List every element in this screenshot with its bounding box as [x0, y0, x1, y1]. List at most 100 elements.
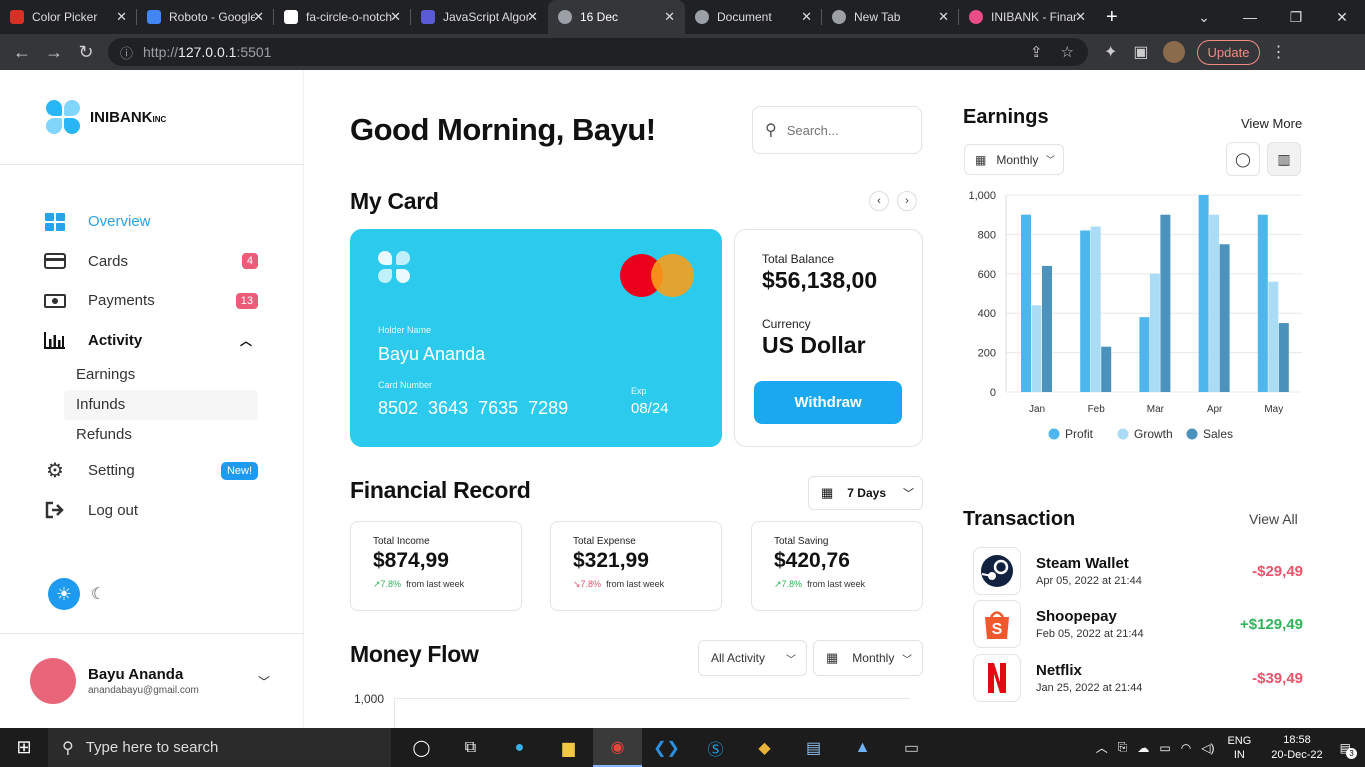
earnings-period-dropdown[interactable]: ▦ Monthly ﹀	[964, 144, 1064, 175]
update-button[interactable]: Update	[1196, 39, 1261, 65]
withdraw-button[interactable]: Withdraw	[754, 381, 902, 424]
donut-chart-button[interactable]: ◯	[1226, 142, 1260, 176]
sidebar-item-activity[interactable]: Activity ︿	[44, 321, 258, 361]
bar-growth[interactable]	[1149, 273, 1160, 392]
bar-sales[interactable]	[1278, 323, 1289, 392]
transaction-row[interactable]: Netflix Jan 25, 2022 at 21:44 -$39,49	[973, 654, 1303, 702]
notification-icon[interactable]: ▤ 3	[1340, 741, 1357, 759]
meet-icon[interactable]: ⎘	[1118, 740, 1128, 755]
volume-icon[interactable]: ◁)	[1201, 741, 1214, 755]
sidebar-subitem-refunds[interactable]: Refunds	[44, 420, 258, 450]
chevron-down-icon[interactable]: ﹀	[258, 673, 270, 690]
sidebar-item-payments[interactable]: Payments 13	[44, 281, 258, 321]
photos-icon[interactable]: ▲	[838, 728, 887, 767]
chevron-up-icon[interactable]: ︿	[240, 332, 252, 349]
browser-tab[interactable]: Document ✕	[685, 0, 822, 34]
url-input[interactable]: ⓘ http://127.0.0.1:5501 ⇪ ☆	[108, 38, 1088, 66]
cortana-icon[interactable]: ◯	[397, 728, 446, 767]
browser-tab-active[interactable]: 16 Dec ✕	[548, 0, 685, 34]
windows-start-icon[interactable]: ⊞	[0, 728, 48, 767]
tab-search-icon[interactable]: ⌄	[1181, 9, 1227, 26]
bar-sales[interactable]	[1160, 214, 1171, 392]
browser-tab[interactable]: Color Picker ✕	[0, 0, 137, 34]
search-input[interactable]	[786, 122, 897, 138]
bar-profit[interactable]	[1257, 214, 1268, 392]
sidebar-item-logout[interactable]: Log out	[44, 491, 258, 531]
transaction-row[interactable]: S Shoopepay Feb 05, 2022 at 21:44 +$129,4…	[973, 600, 1303, 648]
share-icon[interactable]: ⇪	[1030, 43, 1043, 61]
bar-sales[interactable]	[1101, 346, 1112, 392]
bar-growth[interactable]	[1268, 281, 1279, 392]
close-icon[interactable]: ✕	[390, 9, 401, 25]
taskbar-search[interactable]: ⚲ Type here to search	[48, 728, 391, 767]
sidebar-item-setting[interactable]: ⚙ Setting New!	[44, 451, 258, 491]
bar-chart-button[interactable]: ▥	[1267, 142, 1301, 176]
sidebar-subitem-earnings[interactable]: Earnings	[44, 360, 258, 390]
close-icon[interactable]: ✕	[116, 9, 127, 25]
paint-icon[interactable]: ▤	[789, 728, 838, 767]
minimize-icon[interactable]: —	[1227, 9, 1273, 25]
side-panel-icon[interactable]: ▣	[1133, 42, 1148, 62]
bar-profit[interactable]	[1198, 195, 1209, 392]
moon-icon[interactable]: ☾	[82, 578, 114, 610]
bank-card[interactable]: Holder Name Bayu Ananda Card Number 8502…	[350, 229, 722, 447]
reload-icon[interactable]: ↻	[70, 42, 102, 63]
skype-icon[interactable]: Ⓢ	[691, 728, 740, 767]
new-tab-icon[interactable]: +	[1106, 6, 1118, 29]
browser-tab[interactable]: New Tab ✕	[822, 0, 959, 34]
profile-avatar-icon[interactable]	[1162, 41, 1185, 63]
bar-growth[interactable]	[1090, 226, 1101, 392]
transaction-row[interactable]: Steam Wallet Apr 05, 2022 at 21:44 -$29,4…	[973, 547, 1303, 595]
wifi-icon[interactable]: ◠	[1181, 741, 1191, 755]
browser-tab[interactable]: Roboto - Google Fonts✕	[137, 0, 274, 34]
info-icon[interactable]: ⓘ	[120, 43, 133, 62]
terminal-icon[interactable]: ▭	[887, 728, 936, 767]
flow-period-dropdown[interactable]: ▦ Monthly ﹀	[813, 640, 923, 676]
clock[interactable]: 18:58 20-Dec-22	[1271, 733, 1322, 763]
git-icon[interactable]: ◆	[740, 728, 789, 767]
search-box[interactable]: ⚲	[752, 106, 922, 154]
bar-sales[interactable]	[1042, 265, 1052, 392]
browser-tab[interactable]: INIBANK - Finance✕	[959, 0, 1096, 34]
bookmark-star-icon[interactable]: ☆	[1061, 43, 1074, 61]
view-all-link[interactable]: View All	[1249, 511, 1298, 527]
chevron-right-icon[interactable]: ›	[897, 191, 917, 211]
chrome-icon[interactable]: ◉	[593, 728, 642, 767]
close-icon[interactable]: ✕	[1075, 9, 1086, 25]
close-icon[interactable]: ✕	[938, 9, 949, 25]
bar-sales[interactable]	[1219, 244, 1230, 392]
browser-tab[interactable]: JavaScript Algorithms✕	[411, 0, 548, 34]
bar-growth[interactable]	[1031, 305, 1042, 392]
chevron-up-icon[interactable]: ︿	[1096, 739, 1108, 756]
sidebar-item-overview[interactable]: Overview	[44, 202, 258, 242]
close-icon[interactable]: ✕	[664, 9, 675, 25]
back-icon[interactable]: ←	[6, 42, 38, 63]
sidebar-item-cards[interactable]: Cards 4	[44, 242, 258, 282]
forward-icon[interactable]: →	[38, 42, 70, 63]
period-dropdown[interactable]: ▦ 7 Days ﹀	[808, 476, 923, 510]
bar-growth[interactable]	[1209, 214, 1220, 392]
chevron-left-icon[interactable]: ‹	[869, 191, 889, 211]
close-icon[interactable]: ✕	[801, 9, 812, 25]
user-profile[interactable]: Bayu Ananda anandabayu@gmail.com ﹀	[30, 658, 270, 704]
close-window-icon[interactable]: ✕	[1319, 9, 1365, 26]
close-icon[interactable]: ✕	[527, 9, 538, 25]
sun-icon[interactable]: ☀	[48, 578, 80, 610]
bar-profit[interactable]	[1021, 214, 1031, 392]
language-indicator[interactable]: ENG IN	[1227, 734, 1251, 762]
edge-icon[interactable]: ●	[495, 728, 544, 767]
activity-filter-dropdown[interactable]: All Activity ﹀	[698, 640, 807, 676]
view-more-link[interactable]: View More	[1241, 116, 1302, 131]
restore-icon[interactable]: ❐	[1273, 9, 1319, 26]
bar-profit[interactable]	[1139, 317, 1150, 392]
vscode-icon[interactable]: ❮❯	[642, 728, 691, 767]
logo[interactable]: INIBANKINC	[46, 100, 166, 134]
close-icon[interactable]: ✕	[253, 9, 264, 25]
onedrive-icon[interactable]: ☁	[1137, 741, 1149, 755]
battery-icon[interactable]: ▭	[1159, 741, 1170, 755]
menu-kebab-icon[interactable]: ⋮	[1270, 42, 1286, 62]
bar-profit[interactable]	[1080, 230, 1091, 392]
task-view-icon[interactable]: ⧉	[446, 728, 495, 767]
extensions-icon[interactable]: ✦	[1104, 42, 1117, 62]
sidebar-subitem-infunds[interactable]: Infunds	[64, 390, 258, 420]
